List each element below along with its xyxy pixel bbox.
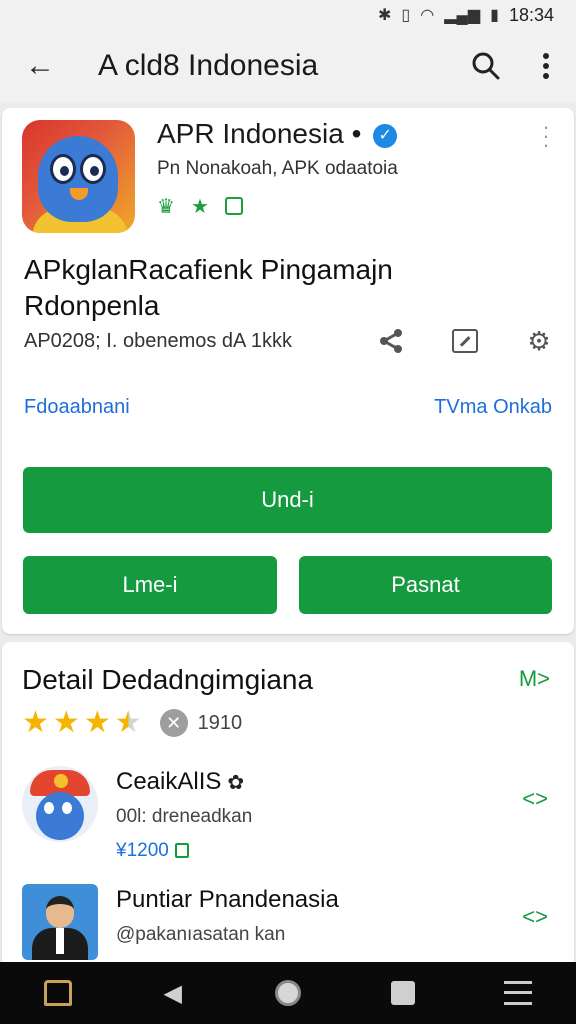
expand-chevron-icon[interactable]: <>: [522, 786, 548, 812]
recents-button[interactable]: [373, 962, 433, 1024]
back-button[interactable]: ◀: [143, 962, 203, 1024]
lock-icon: [174, 843, 189, 858]
detail-more-link[interactable]: M>: [519, 666, 550, 692]
home-icon: [43, 980, 72, 1006]
edit-icon: [452, 329, 478, 353]
edit-button[interactable]: [448, 324, 482, 358]
vibrate-icon: ▯: [401, 7, 411, 24]
star-icon: ★: [22, 706, 49, 739]
crown-icon: ♛: [157, 196, 175, 218]
app-header-card: APR Indonesia • ✓ · · · Pn Nonakoah, APK o…: [2, 108, 574, 634]
circle-icon: [274, 980, 301, 1006]
back-arrow-icon[interactable]: ←: [0, 30, 80, 102]
card-more-icon[interactable]: · · ·: [536, 116, 556, 156]
gear-badge-icon: ✿: [227, 772, 245, 794]
home-button[interactable]: [28, 962, 88, 1024]
detail-card: Detail Dedadngimgiana M> ★ ★ ★ ★ ✕ 1910 …: [2, 642, 574, 972]
expand-chevron-icon[interactable]: <>: [522, 904, 548, 930]
share-button[interactable]: [374, 324, 408, 358]
menu-icon: [504, 981, 533, 1005]
link-right[interactable]: TVma Onkab: [434, 396, 552, 419]
rating-count: 1910: [197, 711, 243, 734]
secondary-left-button[interactable]: Lme-i: [23, 556, 277, 614]
star-badge-icon: ★: [190, 196, 209, 218]
app-bar: ← A cld8 Indonesia: [0, 30, 576, 102]
primary-install-button[interactable]: Und-i: [23, 467, 552, 533]
app-icon: [22, 120, 135, 233]
app-name: APR Indonesia • ✓: [157, 118, 398, 150]
bluetooth-icon: ✱: [378, 7, 392, 24]
developer-name: Pn Nonakoah, APK odaatoia: [157, 158, 398, 179]
list-item[interactable]: CeaikAlIS ✿ 00l: dreneadkan ¥1200 <>: [2, 760, 574, 870]
page-title: A cld8 Indonesia: [98, 49, 319, 82]
app-meta: AP0208; I. obenemos dA 1kkk: [24, 330, 292, 352]
signal-icon: ▂▄▆: [444, 7, 481, 24]
list-item-price: ¥1200: [116, 840, 189, 862]
menu-button[interactable]: [488, 962, 548, 1024]
square-icon: [391, 981, 416, 1005]
status-time: 18:34: [508, 4, 554, 25]
search-button[interactable]: [456, 30, 516, 102]
secondary-right-button[interactable]: Pasnat: [299, 556, 552, 614]
detail-title: Detail Dedadngimgiana: [22, 664, 314, 695]
system-nav-bar: ◀: [0, 962, 576, 1024]
search-icon: [472, 52, 500, 80]
box-badge-icon: [224, 197, 243, 215]
home-circle-button[interactable]: [258, 962, 318, 1024]
share-icon: [380, 329, 402, 353]
avatar: [22, 884, 98, 960]
gear-icon: ⚙: [527, 325, 551, 356]
list-item-title: CeaikAlIS ✿: [116, 768, 245, 795]
star-half-icon: ★: [114, 706, 142, 739]
rating-row: ★ ★ ★ ★ ✕ 1910: [22, 706, 242, 740]
star-icon: ★: [52, 706, 80, 739]
avatar: [22, 766, 98, 842]
verified-badge-icon: ✓: [373, 124, 398, 148]
app-headline: APkglanRacafienk Pingamajn Rdonpenla: [24, 254, 393, 321]
list-item-subtitle: @pakanıasatan kan: [116, 924, 286, 945]
close-circle-icon: ✕: [159, 709, 188, 737]
status-bar: ✱ ▯ ◠ ▂▄▆ ▮ 18:34: [0, 0, 576, 30]
overflow-menu-button[interactable]: [516, 30, 576, 102]
badge-row: ♛ ★: [157, 194, 243, 219]
settings-button[interactable]: ⚙: [522, 324, 556, 358]
more-vert-icon: [543, 53, 549, 79]
back-triangle-icon: ◀: [163, 979, 183, 1007]
list-item-subtitle: 00l: dreneadkan: [116, 806, 253, 827]
list-item-title: Puntiar Pnandenasia: [116, 886, 339, 913]
link-left[interactable]: Fdoaabnani: [24, 396, 130, 419]
meta-actions: ⚙: [374, 324, 556, 358]
wifi-icon: ◠: [420, 7, 435, 24]
star-icon: ★: [83, 706, 111, 739]
battery-icon: ▮: [490, 7, 499, 24]
